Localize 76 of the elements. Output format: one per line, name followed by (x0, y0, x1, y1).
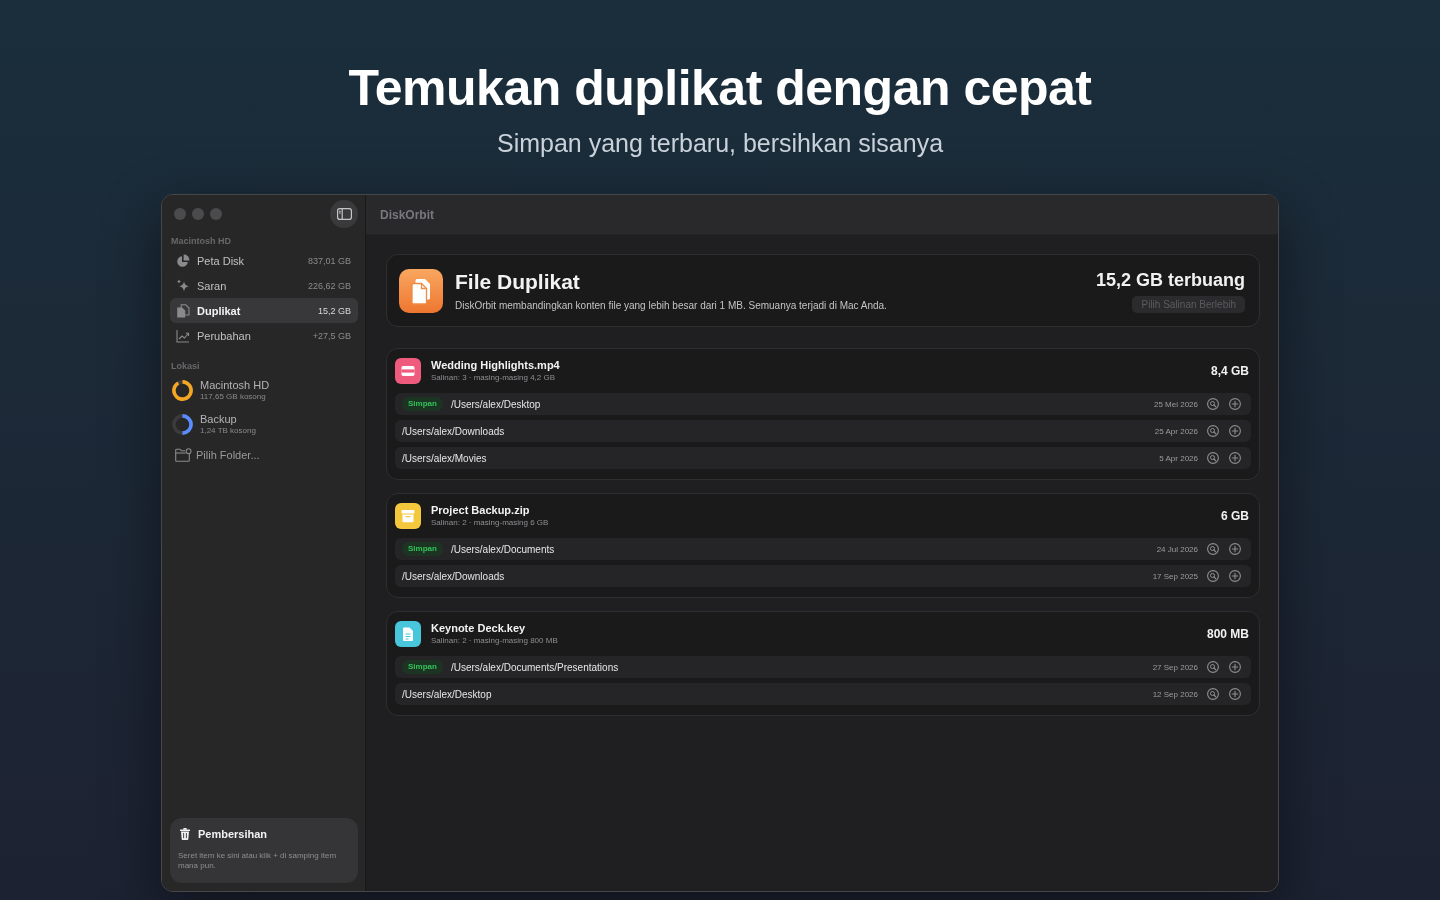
file-path: /Users/alex/Desktop (402, 688, 492, 700)
file-name: Project Backup.zip (431, 504, 531, 517)
file-path: /Users/alex/Downloads (402, 570, 505, 582)
search-icon[interactable] (1207, 425, 1219, 437)
group-size: 8,4 GB (1211, 364, 1249, 378)
location-name: Macintosh HD (200, 378, 270, 392)
trash-icon (180, 828, 190, 840)
sidebar-item[interactable]: Saran 226,62 GB (170, 273, 358, 298)
free-space: 117,65 GB kosong (200, 391, 267, 402)
modified-date: 5 Apr 2026 (1159, 453, 1198, 463)
item-size: 837,01 GB (307, 255, 351, 266)
sidebar-item[interactable]: Duplikat 15,2 GB (170, 298, 358, 323)
documents-icon (399, 268, 443, 313)
plus-circle-icon[interactable] (1229, 661, 1241, 673)
plus-circle-icon[interactable] (1229, 570, 1241, 582)
cleanup-hint: Seret item ke sini atau klik + di samping item mana pun. (178, 851, 338, 871)
file-path: /Users/alex/Desktop (450, 398, 541, 410)
search-icon[interactable] (1207, 688, 1219, 700)
modified-date: 25 Apr 2026 (1154, 426, 1198, 436)
item-size: +27,5 GB (312, 330, 351, 341)
documents-icon (176, 303, 190, 318)
folder-icon (175, 448, 192, 462)
group-size: 800 MB (1206, 627, 1249, 641)
section-title: Macintosh HD (171, 235, 231, 248)
modified-date: 25 Mei 2026 (1153, 399, 1198, 409)
section-title: Lokasi (171, 360, 200, 373)
keep-badge: Simpan (402, 397, 443, 411)
plus-circle-icon[interactable] (1229, 452, 1241, 464)
plus-circle-icon[interactable] (1229, 688, 1241, 700)
sidebar-icon (336, 208, 352, 220)
copies-summary: Salinan: 2 · masing-masing 6 GB (431, 518, 549, 528)
usage-ring-icon (172, 413, 193, 435)
copies-summary: Salinan: 3 · masing-masing 4,2 GB (431, 373, 557, 383)
copies-summary: Salinan: 2 · masing-masing 800 MB (431, 636, 558, 646)
file-path: /Users/alex/Downloads (402, 425, 505, 437)
keep-badge: Simpan (402, 542, 443, 556)
item-size: 226,62 GB (307, 280, 351, 291)
usage-ring-icon (172, 379, 193, 401)
location-item[interactable]: Backup 1,24 TB kosong (170, 407, 262, 441)
sidebar-toggle-button[interactable] (330, 200, 358, 228)
search-icon[interactable] (1207, 661, 1219, 673)
pie-chart-icon (176, 253, 190, 268)
file-name: Wedding Highlights.mp4 (431, 359, 560, 372)
group-size: 6 GB (1221, 509, 1249, 523)
search-icon[interactable] (1207, 398, 1219, 410)
sidebar-item[interactable]: Perubahan +27,5 GB (170, 323, 358, 348)
location-name: Backup (200, 412, 238, 426)
cleanup-title: Pembersihan (198, 828, 268, 840)
modified-date: 24 Jul 2026 (1156, 544, 1198, 554)
page-title: File Duplikat (455, 269, 580, 295)
modified-date: 27 Sep 2026 (1152, 662, 1198, 672)
sidebar-item[interactable]: Peta Disk 837,01 GB (170, 248, 358, 273)
search-icon[interactable] (1207, 570, 1219, 582)
page-description: DiskOrbit membandingkan konten file yang lebih besar dari 1 MB. Semuanya terjadi di Mac Anda. (455, 299, 887, 312)
free-space: 1,24 TB kosong (200, 425, 256, 436)
item-size: 15,2 GB (317, 305, 351, 316)
file-name: Keynote Deck.key (431, 622, 527, 635)
modified-date: 17 Sep 2025 (1152, 571, 1198, 581)
modified-date: 12 Sep 2026 (1152, 689, 1198, 699)
plus-circle-icon[interactable] (1229, 398, 1241, 410)
line-chart-icon (176, 328, 190, 343)
pick-folder-button[interactable]: Pilih Folder... (170, 443, 264, 467)
keep-badge: Simpan (402, 660, 443, 674)
plus-circle-icon[interactable] (1229, 425, 1241, 437)
search-icon[interactable] (1207, 452, 1219, 464)
search-icon[interactable] (1207, 543, 1219, 555)
sparkle-icon (176, 278, 190, 293)
hero-subtitle: Simpan yang terbaru, bersihkan sisanya (496, 128, 944, 159)
plus-circle-icon[interactable] (1229, 543, 1241, 555)
wasted-total: 15,2 GB terbuang (1095, 268, 1245, 291)
file-path: /Users/alex/Documents/Presentations (450, 661, 619, 673)
window-title: DiskOrbit (380, 207, 434, 222)
file-path: /Users/alex/Movies (402, 452, 487, 464)
location-item[interactable]: Macintosh HD 117,65 GB kosong (170, 373, 276, 407)
file-path: /Users/alex/Documents (450, 543, 555, 555)
hero-title: Temukan duplikat dengan cepat (348, 59, 1092, 118)
